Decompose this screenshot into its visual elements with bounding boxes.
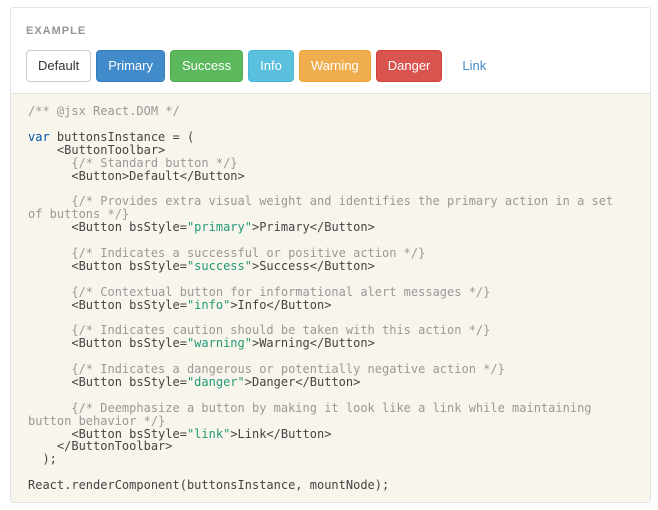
code-token: <Button bsStyle=: [28, 258, 187, 273]
code-comment: {/* Indicates a successful or positive a…: [28, 245, 426, 260]
code-keyword: var: [28, 129, 50, 144]
code-line: <Button bsStyle="info">Info</Button>: [28, 297, 650, 312]
code-token: <Button bsStyle=: [28, 336, 187, 351]
code-line: <Button bsStyle="success">Success</Butto…: [28, 258, 650, 273]
code-string: "danger": [186, 374, 245, 389]
code-comment: {/* Deemphasize a button by making it lo…: [28, 400, 592, 415]
warning-button[interactable]: Warning: [298, 50, 371, 82]
success-button[interactable]: Success: [169, 50, 244, 82]
code-token: >Success</Button>: [251, 258, 375, 273]
code-comment: /** @jsx React.DOM */: [28, 104, 180, 118]
code-comment: {/* Standard button */}: [28, 155, 238, 170]
code-token: <Button>Default</Button>: [28, 168, 245, 183]
button-toolbar: Default Primary Success Info Warning Danger Li…: [26, 50, 501, 82]
link-button[interactable]: Link: [447, 50, 501, 82]
code-token: buttonsInstance = (: [49, 129, 195, 144]
code-token: >Primary</Button>: [251, 220, 375, 235]
code-comment: {/* Provides extra visual weight and ide…: [28, 194, 614, 209]
code-token: <ButtonToolbar>: [28, 142, 166, 157]
code-token: <Button bsStyle=: [28, 426, 187, 441]
info-button[interactable]: Info: [248, 50, 294, 82]
code-line: </ButtonToolbar>: [28, 440, 650, 453]
code-token: </ButtonToolbar>: [28, 439, 173, 454]
code-line: );: [28, 453, 650, 466]
code-comment: {/* Indicates a dangerous or potentially…: [28, 362, 505, 377]
code-comment: button behavior */}: [28, 413, 166, 428]
code-line: <Button bsStyle="danger">Danger</Button>: [28, 374, 650, 389]
code-token: >Link</Button>: [230, 426, 332, 441]
code-block: /** @jsx React.DOM */ var buttonsInstance…: [11, 94, 650, 502]
code-line: <Button bsStyle="primary">Primary</Butto…: [28, 221, 650, 234]
code-token: >Warning</Button>: [251, 336, 375, 351]
code-comment: {/* Indicates caution should be taken wi…: [28, 323, 491, 338]
code-comment: {/* Contextual button for informational …: [28, 284, 491, 299]
code-token: <Button bsStyle=: [28, 297, 187, 312]
bs-example-panel: EXAMPLE Default Primary Success Info Warning…: [10, 7, 651, 503]
code-comment: of buttons */}: [28, 207, 130, 222]
primary-button[interactable]: Primary: [96, 50, 165, 82]
code-token: <Button bsStyle=: [28, 220, 187, 235]
code-line: React.renderComponent(buttonsInstance, m…: [28, 479, 650, 492]
code-string: "link": [186, 426, 231, 441]
code-string: "primary": [186, 220, 252, 235]
code-token: );: [28, 452, 57, 467]
code-token: >Info</Button>: [230, 297, 332, 312]
code-string: "info": [186, 297, 231, 312]
code-token: React.renderComponent(buttonsInstance, m…: [28, 478, 390, 493]
code-token: >Danger</Button>: [244, 374, 361, 389]
code-string: "success": [186, 258, 252, 273]
code-line: /** @jsx React.DOM */: [28, 105, 650, 118]
code-line: <Button>Default</Button>: [28, 168, 650, 183]
default-button[interactable]: Default: [26, 50, 92, 82]
example-preview: EXAMPLE Default Primary Success Info Warning…: [11, 8, 650, 94]
code-token: <Button bsStyle=: [28, 374, 187, 389]
example-label: EXAMPLE: [26, 25, 87, 37]
code-line: <Button bsStyle="warning">Warning</Butto…: [28, 337, 650, 350]
code-string: "warning": [186, 336, 252, 351]
danger-button[interactable]: Danger: [375, 50, 443, 82]
